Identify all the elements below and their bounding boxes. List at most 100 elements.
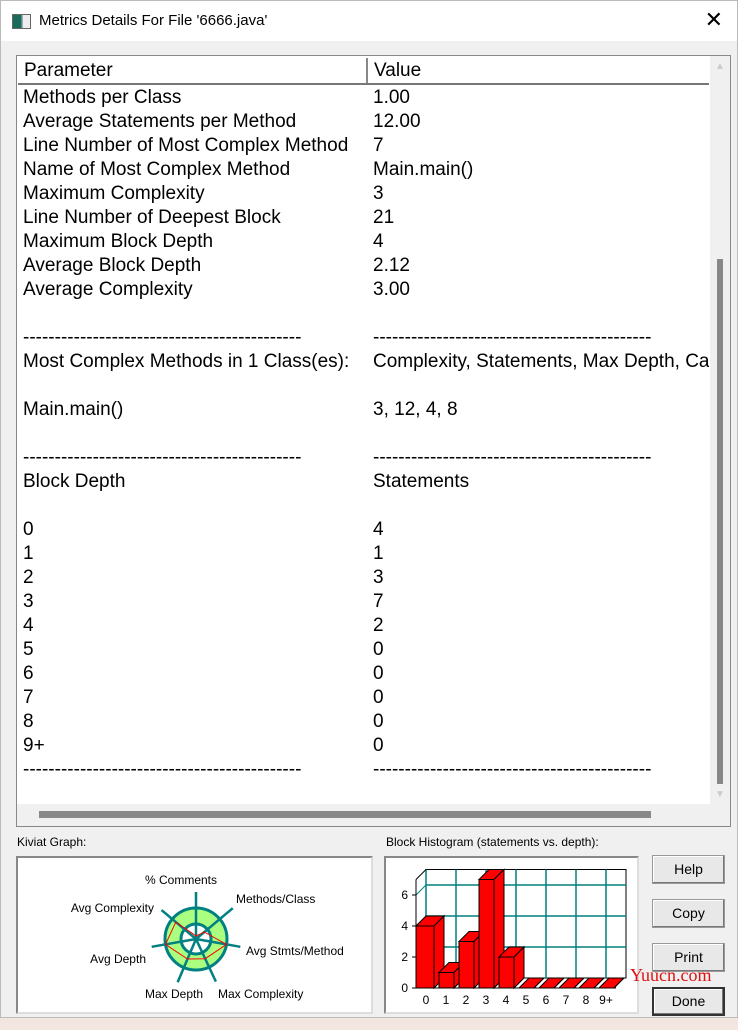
table-row[interactable]: Average Complexity 3.00 (23, 279, 709, 303)
histogram-bar (458, 941, 475, 989)
table-row[interactable] (23, 423, 709, 447)
table-row[interactable]: Block Depth Statements (23, 471, 709, 495)
table-row[interactable]: Line Number of Deepest Block 21 (23, 207, 709, 231)
parameter-cell: Maximum Complexity (23, 183, 205, 204)
kiviat-axis-label: Max Depth (145, 987, 203, 1001)
table-row[interactable]: 04 (23, 519, 709, 543)
value-cell: ----------------------------------------… (373, 327, 652, 348)
table-row[interactable]: Line Number of Most Complex Method 7 (23, 135, 709, 159)
table-row[interactable]: Methods per Class 1.00 (23, 87, 709, 111)
value-cell: Main.main() (373, 159, 474, 180)
histogram-svg: 02460 1 2 3 4 5 6 7 8 9+ (401, 868, 627, 1007)
metrics-list[interactable]: Parameter Value Methods per Class 1.00 Ave… (16, 55, 731, 827)
column-header-parameter[interactable]: Parameter (24, 60, 113, 82)
parameter-cell: 1 (23, 543, 34, 564)
watermark: Yuucn.com (630, 965, 712, 985)
close-button[interactable]: ✕ (705, 7, 723, 33)
kiviat-axis-label: Avg Stmts/Method (246, 944, 344, 958)
table-row[interactable]: Maximum Block Depth 4 (23, 231, 709, 255)
copy-button[interactable]: Copy (652, 899, 725, 928)
histogram-x-tick-label: 1 (443, 993, 450, 1007)
parameter-cell: ----------------------------------------… (23, 759, 302, 780)
table-row[interactable]: ----------------------------------------… (23, 447, 709, 471)
vertical-scrollbar[interactable]: ▲ ▼ (710, 56, 730, 806)
parameter-cell: 6 (23, 663, 34, 684)
parameter-cell: Average Statements per Method (23, 111, 297, 132)
histogram-y-tick-label: 6 (401, 888, 408, 902)
parameter-cell: ----------------------------------------… (23, 447, 302, 468)
parameter-cell: Line Number of Most Complex Method (23, 135, 349, 156)
column-header-value[interactable]: Value (374, 60, 421, 82)
app-icon (12, 14, 31, 29)
table-row[interactable]: 11 (23, 543, 709, 567)
value-cell: 2 (373, 615, 384, 636)
histogram-x-tick-label: 5 (523, 993, 530, 1007)
table-row[interactable] (23, 375, 709, 399)
scroll-up-icon[interactable]: ▲ (715, 61, 725, 72)
parameter-cell: 7 (23, 687, 34, 708)
parameter-cell: Average Complexity (23, 279, 193, 300)
horizontal-scroll-thumb[interactable] (39, 811, 651, 818)
column-separator[interactable] (366, 58, 368, 83)
histogram-bar (478, 879, 495, 989)
histogram-y-tick-label: 0 (401, 981, 408, 995)
scroll-down-icon[interactable]: ▼ (715, 789, 725, 800)
table-row[interactable]: 23 (23, 567, 709, 591)
table-row[interactable] (23, 495, 709, 519)
table-row[interactable]: 80 (23, 711, 709, 735)
parameter-cell: Methods per Class (23, 87, 182, 108)
kiviat-axis-label: % Comments (145, 873, 217, 887)
histogram-x-tick-label: 2 (463, 993, 470, 1007)
done-button[interactable]: Done (652, 987, 725, 1016)
table-row[interactable]: Average Statements per Method 12.00 (23, 111, 709, 135)
horizontal-scrollbar[interactable] (17, 804, 730, 826)
table-row[interactable]: ----------------------------------------… (23, 759, 709, 783)
table-row[interactable]: 37 (23, 591, 709, 615)
value-cell: ----------------------------------------… (373, 759, 652, 780)
value-cell: 7 (373, 135, 384, 156)
block-histogram: 0 2 4 6 0 1 2 3 4 5 6 7 8 9+ (384, 856, 639, 1014)
parameter-cell: 5 (23, 639, 34, 660)
histogram-label: Block Histogram (statements vs. depth): (386, 835, 599, 849)
table-row[interactable]: 60 (23, 663, 709, 687)
kiviat-axis-label: Methods/Class (236, 892, 315, 906)
table-row[interactable]: 70 (23, 687, 709, 711)
parameter-cell: Average Block Depth (23, 255, 202, 276)
kiviat-axis-label: Avg Depth (90, 952, 146, 966)
histogram-x-tick-label: 4 (503, 993, 510, 1007)
value-cell: 3, 12, 4, 8 (373, 399, 458, 420)
value-cell: 0 (373, 663, 384, 684)
vertical-scroll-thumb[interactable] (717, 259, 723, 784)
histogram-bar (415, 925, 435, 989)
parameter-cell: 0 (23, 519, 34, 540)
parameter-cell: 3 (23, 591, 34, 612)
kiviat-axis-label: Max Complexity (218, 987, 303, 1001)
parameter-cell: Most Complex Methods in 1 Class(es): (23, 351, 350, 372)
value-cell: 7 (373, 591, 384, 612)
kiviat-graph: % Comments Methods/Class Avg Stmts/Method M… (16, 856, 373, 1014)
table-row[interactable]: 42 (23, 615, 709, 639)
table-row[interactable]: 50 (23, 639, 709, 663)
table-row[interactable]: Maximum Complexity 3 (23, 183, 709, 207)
histogram-x-tick-label: 6 (543, 993, 550, 1007)
value-cell: 4 (373, 231, 384, 252)
table-row[interactable] (23, 303, 709, 327)
parameter-cell: 9+ (23, 735, 45, 756)
value-cell: 3 (373, 567, 384, 588)
help-button[interactable]: Help (652, 855, 725, 884)
value-cell: 3.00 (373, 279, 410, 300)
parameter-cell: ----------------------------------------… (23, 327, 302, 348)
histogram-x-tick-label: 0 (423, 993, 430, 1007)
table-row[interactable]: Most Complex Methods in 1 Class(es): Comp… (23, 351, 709, 375)
metrics-dialog: Metrics Details For File '6666.java' ✕ P… (0, 0, 738, 1018)
value-cell: 21 (373, 207, 395, 228)
table-row[interactable]: Average Block Depth 2.12 (23, 255, 709, 279)
table-row[interactable]: Main.main() 3, 12, 4, 8 (23, 399, 709, 423)
histogram-x-tick-label: 7 (563, 993, 570, 1007)
table-row[interactable]: 9+ 0 (23, 735, 709, 759)
histogram-x-tick-label: 8 (583, 993, 590, 1007)
table-row[interactable]: ----------------------------------------… (23, 327, 709, 351)
table-row[interactable]: Name of Most Complex Method Main.main() (23, 159, 709, 183)
value-cell: Statements (373, 471, 470, 492)
parameter-cell: 2 (23, 567, 34, 588)
